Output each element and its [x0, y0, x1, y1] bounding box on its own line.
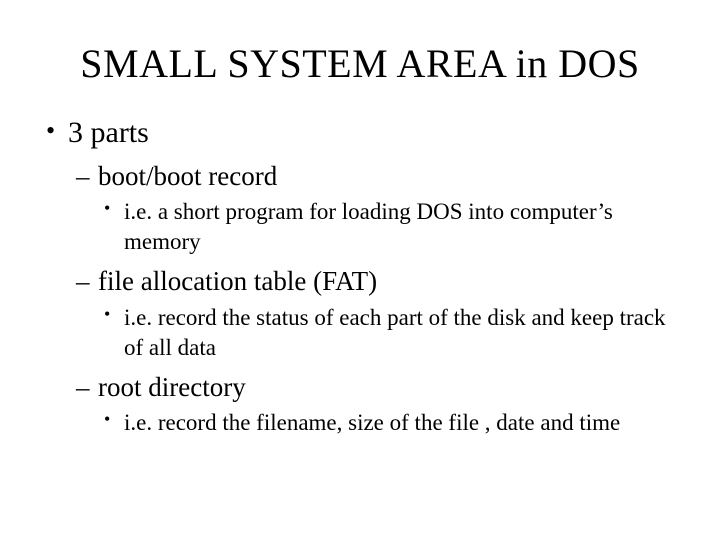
list-item: i.e. record the status of each part of t…: [98, 303, 680, 363]
list-item-label: 3 parts: [68, 116, 149, 149]
list-item-label: i.e. record the status of each part of t…: [124, 305, 666, 360]
bullet-list-level3: i.e. record the status of each part of t…: [98, 303, 680, 363]
list-item-label: boot/boot record: [98, 161, 277, 191]
list-item: boot/boot record i.e. a short program fo…: [68, 158, 680, 258]
list-item: root directory i.e. record the filename,…: [68, 369, 680, 439]
list-item-label: i.e. a short program for loading DOS int…: [124, 199, 613, 254]
slide: SMALL SYSTEM AREA in DOS 3 parts boot/bo…: [0, 0, 720, 540]
list-item: 3 parts boot/boot record i.e. a short pr…: [40, 113, 680, 438]
list-item: file allocation table (FAT) i.e. record …: [68, 263, 680, 363]
bullet-list-level2: boot/boot record i.e. a short program fo…: [68, 158, 680, 439]
list-item: i.e. a short program for loading DOS int…: [98, 197, 680, 257]
slide-title: SMALL SYSTEM AREA in DOS: [40, 40, 680, 87]
bullet-list-level3: i.e. record the filename, size of the fi…: [98, 408, 680, 438]
list-item-label: i.e. record the filename, size of the fi…: [124, 410, 620, 435]
bullet-list-level1: 3 parts boot/boot record i.e. a short pr…: [40, 113, 680, 438]
list-item-label: root directory: [98, 372, 246, 402]
list-item-label: file allocation table (FAT): [98, 266, 377, 296]
bullet-list-level3: i.e. a short program for loading DOS int…: [98, 197, 680, 257]
list-item: i.e. record the filename, size of the fi…: [98, 408, 680, 438]
